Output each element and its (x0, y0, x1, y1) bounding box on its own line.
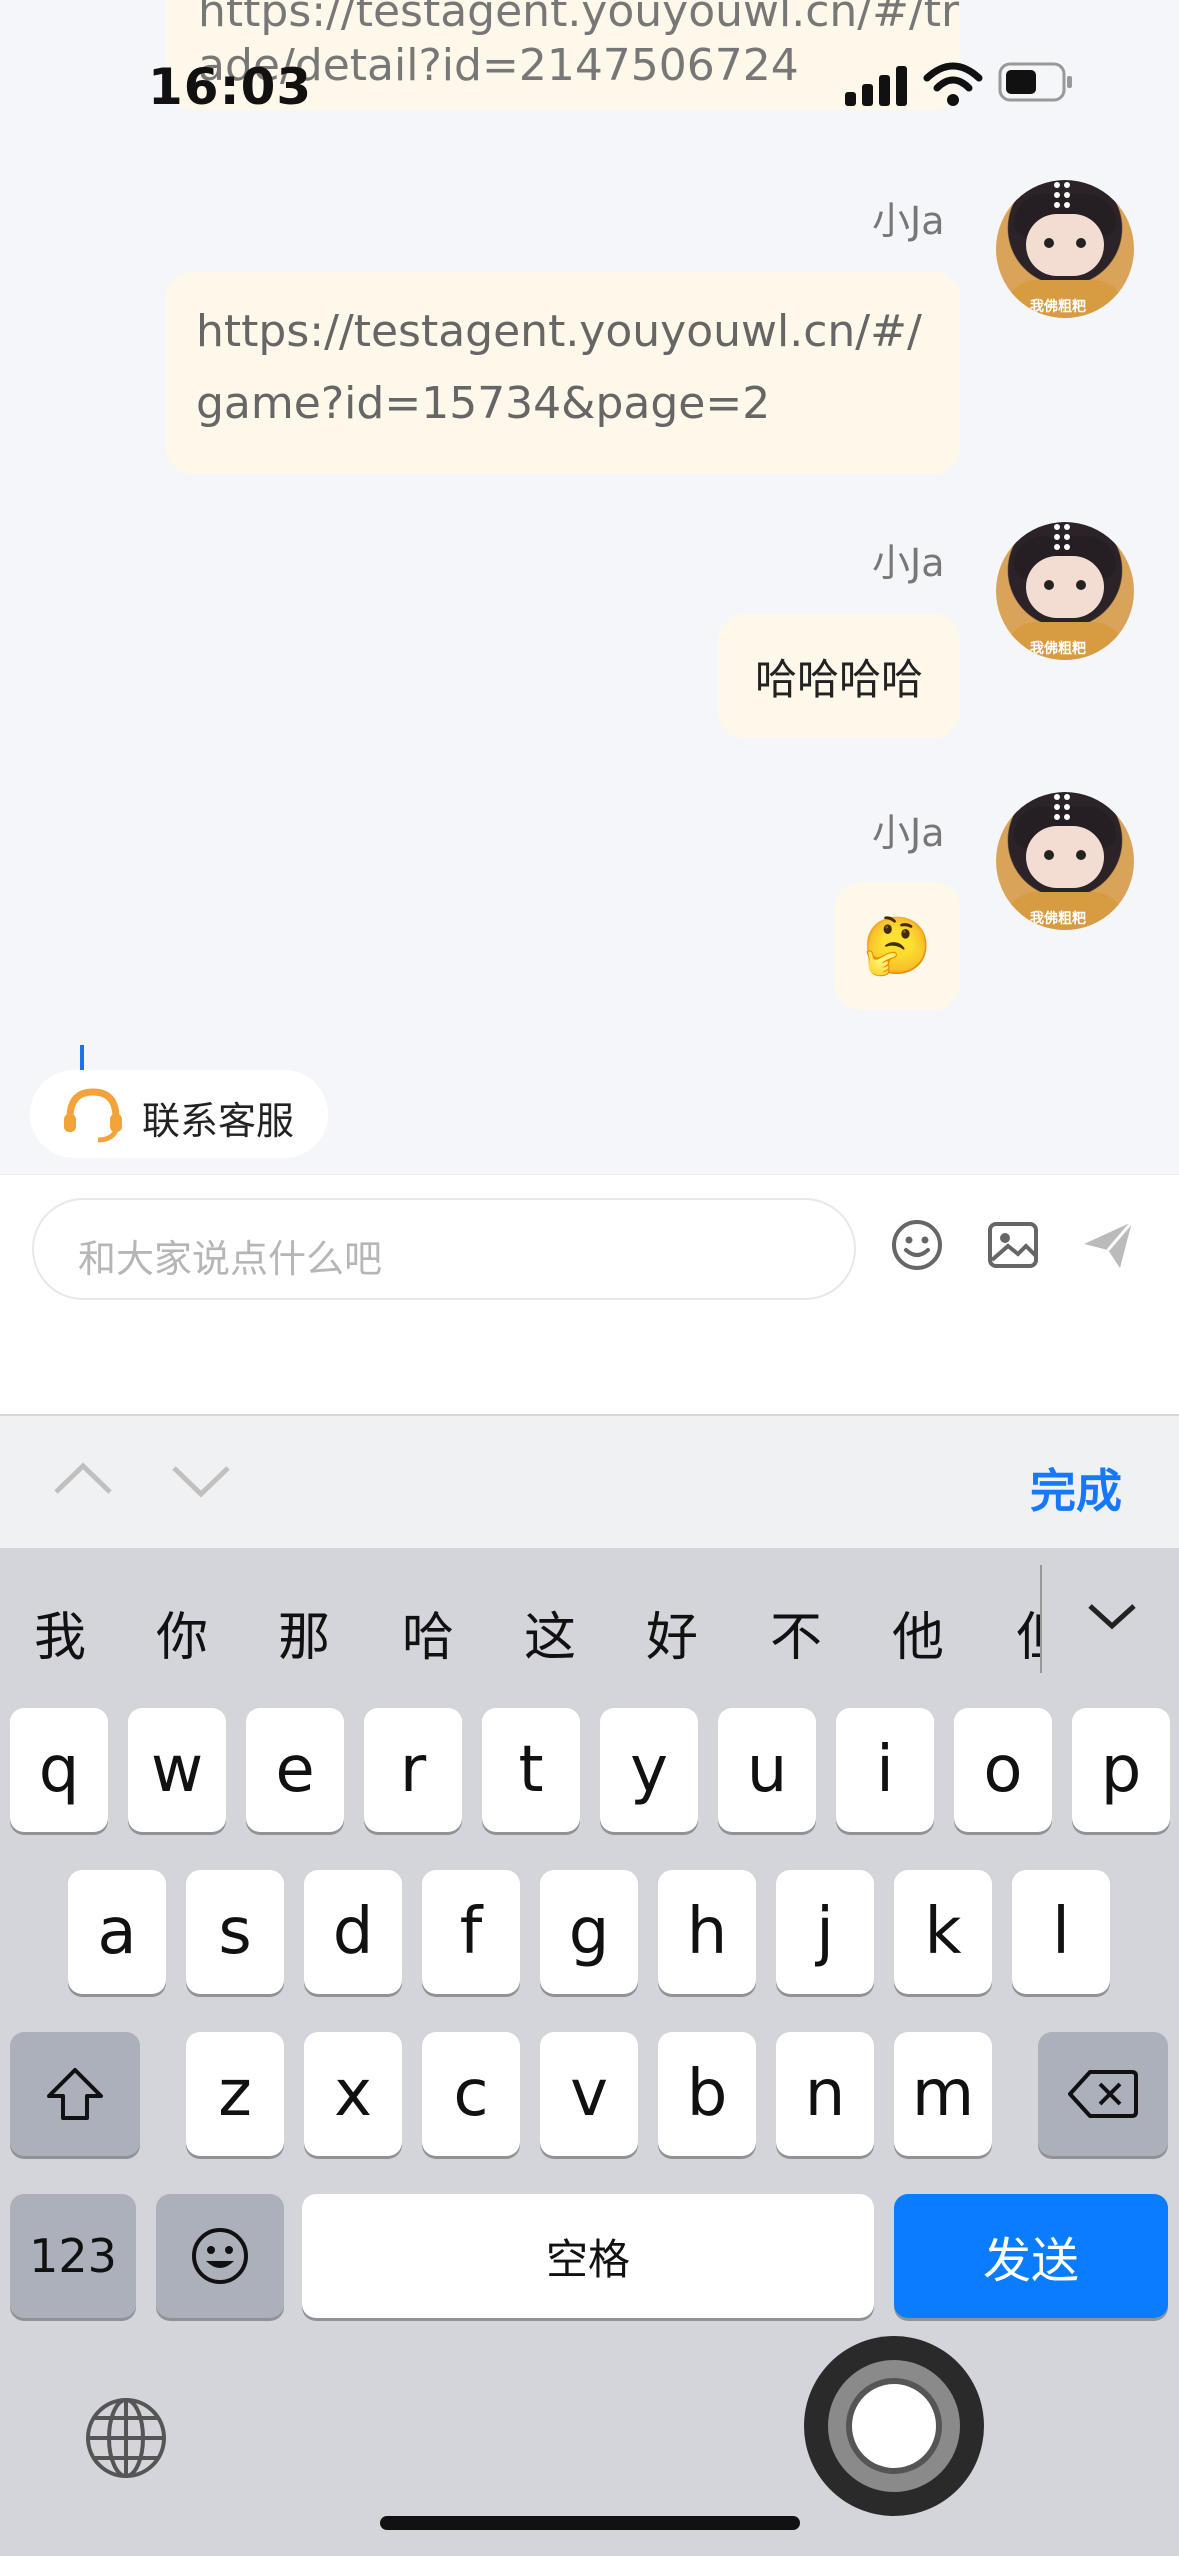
avatar-tag: 我佛粗粑 (1030, 641, 1086, 657)
key-l[interactable]: l (1012, 1870, 1110, 1994)
assistive-touch-core (846, 2378, 942, 2474)
message-input[interactable]: 和大家说点什么吧 (32, 1198, 856, 1300)
key-c[interactable]: c (422, 2032, 520, 2156)
message-bubble[interactable]: 哈哈哈哈 (718, 614, 960, 738)
chevron-down-icon[interactable] (170, 1462, 232, 1502)
candidate-word[interactable]: 但 (1016, 1595, 1042, 1670)
key-s[interactable]: s (186, 1870, 284, 1994)
avatar[interactable]: 我佛粗粑 (996, 522, 1134, 660)
key-t[interactable]: t (482, 1708, 580, 1832)
key-f[interactable]: f (422, 1870, 520, 1994)
numbers-key[interactable]: 123 (10, 2194, 136, 2318)
key-v[interactable]: v (540, 2032, 638, 2156)
contact-service-button[interactable]: 联系客服 (30, 1070, 328, 1158)
message-bubble[interactable]: 🤔 (834, 882, 960, 1010)
expand-candidates-icon[interactable] (1086, 1600, 1138, 1632)
emoji-key[interactable] (156, 2194, 284, 2318)
message-text: https://testagent.youyouwl.cn/#/game?id=… (196, 306, 922, 429)
key-m[interactable]: m (894, 2032, 992, 2156)
key-k[interactable]: k (894, 1870, 992, 1994)
message-bubble[interactable]: https://testagent.youyouwl.cn/#/game?id=… (166, 272, 960, 474)
done-button[interactable]: 完成 (1030, 1455, 1122, 1521)
message-text: 哈哈哈哈 (754, 654, 923, 704)
emoji-icon (192, 2228, 248, 2284)
key-j[interactable]: j (776, 1870, 874, 1994)
sender-name: 小Ja (872, 541, 945, 585)
candidate-word[interactable]: 我 (34, 1595, 86, 1670)
key-x[interactable]: x (304, 2032, 402, 2156)
avatar-tag: 我佛粗粑 (1030, 299, 1086, 315)
key-p[interactable]: p (1072, 1708, 1170, 1832)
key-d[interactable]: d (304, 1870, 402, 1994)
candidate-word[interactable]: 他 (892, 1595, 944, 1670)
key-h[interactable]: h (658, 1870, 756, 1994)
candidate-word[interactable]: 这 (524, 1595, 576, 1670)
key-n[interactable]: n (776, 2032, 874, 2156)
status-time: 16:03 (148, 58, 313, 116)
key-z[interactable]: z (186, 2032, 284, 2156)
key-r[interactable]: r (364, 1708, 462, 1832)
candidate-divider (1040, 1565, 1042, 1673)
key-u[interactable]: u (718, 1708, 816, 1832)
candidate-word[interactable]: 不 (770, 1595, 822, 1670)
space-key[interactable]: 空格 (302, 2194, 874, 2318)
candidate-word[interactable]: 那 (278, 1595, 330, 1670)
key-e[interactable]: e (246, 1708, 344, 1832)
key-w[interactable]: w (128, 1708, 226, 1832)
key-i[interactable]: i (836, 1708, 934, 1832)
sender-name: 小Ja (872, 199, 945, 243)
key-y[interactable]: y (600, 1708, 698, 1832)
backspace-key[interactable] (1038, 2032, 1168, 2156)
candidate-word[interactable]: 好 (646, 1595, 698, 1670)
image-icon[interactable] (986, 1218, 1040, 1272)
key-q[interactable]: q (10, 1708, 108, 1832)
battery-icon (998, 62, 1072, 102)
chevron-up-icon[interactable] (52, 1458, 114, 1498)
shift-key[interactable] (10, 2032, 140, 2156)
key-o[interactable]: o (954, 1708, 1052, 1832)
emoji-message: 🤔 (862, 914, 932, 979)
avatar[interactable]: 我佛粗粑 (996, 792, 1134, 930)
sender-name: 小Ja (872, 811, 945, 855)
wifi-icon (923, 62, 983, 106)
signal-icon (845, 62, 907, 106)
shift-icon (47, 2068, 103, 2120)
avatar-tag: 我佛粗粑 (1030, 911, 1086, 927)
candidate-word[interactable]: 哈 (402, 1595, 454, 1670)
candidate-word[interactable]: 你 (156, 1595, 208, 1670)
emoji-icon[interactable] (890, 1218, 944, 1272)
backspace-icon (1068, 2070, 1138, 2118)
avatar[interactable]: 我佛粗粑 (996, 180, 1134, 318)
send-key[interactable]: 发送 (894, 2194, 1168, 2318)
globe-icon[interactable] (84, 2396, 168, 2480)
key-a[interactable]: a (68, 1870, 166, 1994)
headset-icon (64, 1088, 122, 1143)
key-g[interactable]: g (540, 1870, 638, 1994)
contact-service-label: 联系客服 (142, 1099, 295, 1143)
home-indicator[interactable] (380, 2516, 800, 2530)
message-input-placeholder: 和大家说点什么吧 (78, 1237, 383, 1281)
send-icon[interactable] (1080, 1216, 1136, 1272)
key-b[interactable]: b (658, 2032, 756, 2156)
